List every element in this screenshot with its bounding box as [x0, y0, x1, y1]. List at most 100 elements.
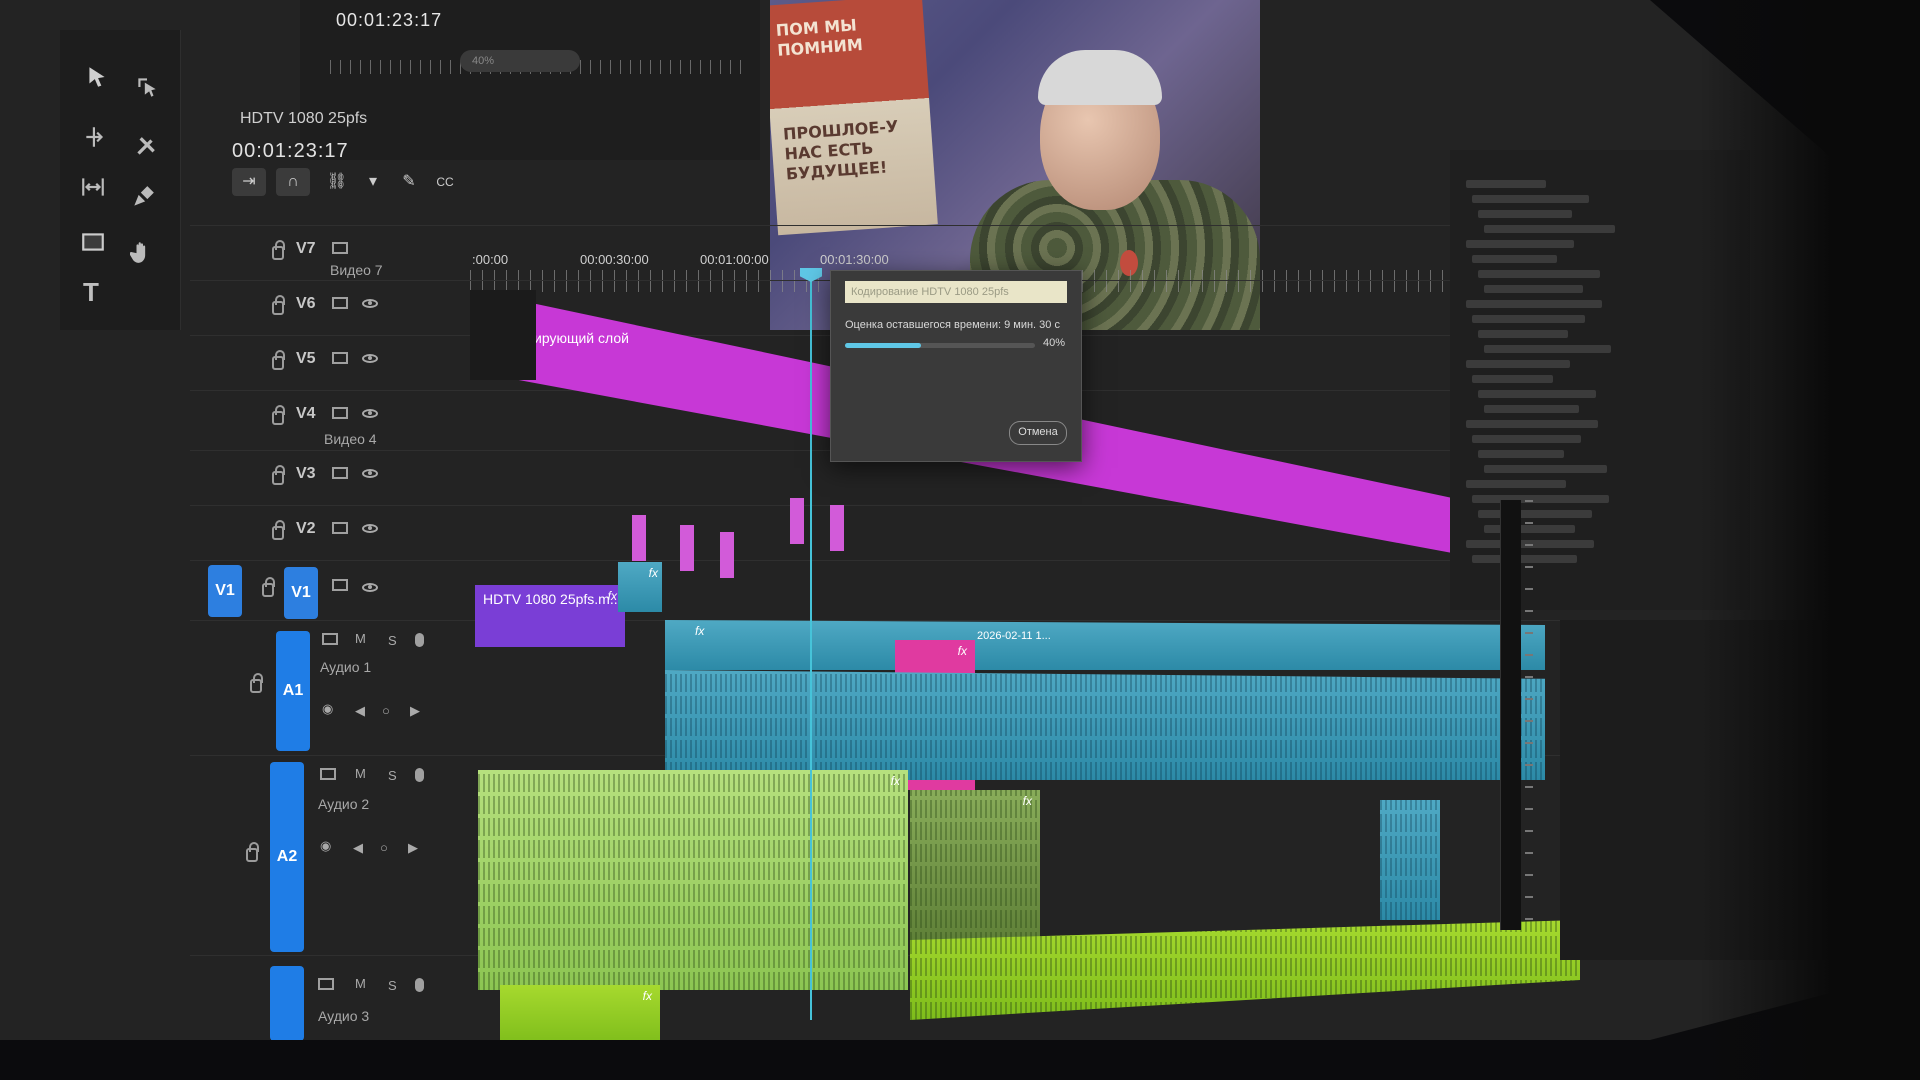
eye-icon[interactable]: [362, 409, 378, 418]
toggle-sync-icon[interactable]: [332, 297, 348, 309]
a1-audio-clip[interactable]: [665, 670, 1545, 780]
toggle-sync-icon[interactable]: [332, 242, 348, 254]
track-target-a2[interactable]: A2: [270, 762, 304, 952]
lock-icon[interactable]: [272, 465, 285, 485]
rectangle-tool-icon[interactable]: [76, 225, 110, 259]
prev-keyframe-icon[interactable]: ◀: [353, 840, 363, 856]
lock-icon[interactable]: [262, 577, 275, 597]
project-tree-row[interactable]: [1478, 210, 1572, 218]
project-tree-row[interactable]: [1466, 240, 1574, 248]
track-target-a1[interactable]: A1: [276, 631, 310, 751]
lock-icon[interactable]: [272, 350, 285, 370]
project-tree-row[interactable]: [1466, 480, 1566, 488]
solo-button[interactable]: S: [388, 633, 397, 648]
project-tree-row[interactable]: [1472, 495, 1609, 503]
adjustment-clip-small[interactable]: [830, 505, 844, 551]
mic-icon[interactable]: [415, 633, 424, 647]
track-target-v1[interactable]: V1: [284, 567, 318, 619]
lock-icon[interactable]: [246, 842, 259, 862]
slip-tool-icon[interactable]: [76, 170, 110, 204]
eye-icon[interactable]: [362, 583, 378, 592]
mute-button[interactable]: M: [355, 631, 366, 646]
zoom-select[interactable]: 40%: [460, 50, 580, 72]
add-keyframe-icon[interactable]: ○: [380, 840, 388, 855]
razor-tool-icon[interactable]: [128, 130, 162, 164]
toggle-sync-icon[interactable]: [322, 633, 338, 645]
project-tree-row[interactable]: [1466, 180, 1546, 188]
toggle-sync-icon[interactable]: [320, 768, 336, 780]
nest-toggle-icon[interactable]: ⇥: [232, 168, 266, 196]
project-tree-row[interactable]: [1466, 420, 1598, 428]
project-tree-row[interactable]: [1472, 315, 1585, 323]
adjustment-clip-small[interactable]: [680, 525, 694, 571]
keyframe-icon[interactable]: ◉: [322, 701, 333, 717]
project-tree-row[interactable]: [1472, 255, 1557, 263]
sequence-timecode[interactable]: 00:01:23:17: [232, 140, 349, 163]
track-target-a3[interactable]: [270, 966, 304, 1040]
project-tree-row[interactable]: [1472, 195, 1589, 203]
project-tree-row[interactable]: [1478, 330, 1568, 338]
lock-icon[interactable]: [272, 405, 285, 425]
project-tree-row[interactable]: [1472, 435, 1581, 443]
project-tree-row[interactable]: [1484, 405, 1579, 413]
project-tree-row[interactable]: [1484, 285, 1583, 293]
mute-button[interactable]: M: [355, 766, 366, 781]
eye-icon[interactable]: [362, 299, 378, 308]
cancel-button[interactable]: Отмена: [1009, 421, 1067, 445]
project-tree-row[interactable]: [1484, 465, 1607, 473]
snap-magnet-icon[interactable]: ∩: [276, 168, 310, 196]
toggle-sync-icon[interactable]: [332, 579, 348, 591]
mic-icon[interactable]: [415, 978, 424, 992]
selection-tool-icon[interactable]: [80, 60, 114, 94]
adjustment-clip-small[interactable]: [632, 515, 646, 561]
toggle-sync-icon[interactable]: [332, 407, 348, 419]
add-keyframe-icon[interactable]: ○: [382, 703, 390, 718]
hand-tool-icon[interactable]: [126, 235, 160, 269]
a2-blue-clip[interactable]: [1380, 800, 1440, 920]
toggle-sync-icon[interactable]: [332, 467, 348, 479]
solo-button[interactable]: S: [388, 768, 397, 783]
lock-icon[interactable]: [272, 295, 285, 315]
prev-keyframe-icon[interactable]: ◀: [355, 703, 365, 719]
next-keyframe-icon[interactable]: ▶: [410, 703, 420, 719]
toggle-sync-icon[interactable]: [318, 978, 334, 990]
project-tree-row[interactable]: [1478, 270, 1600, 278]
adjustment-clip-small[interactable]: [790, 498, 804, 544]
track-select-tool-icon[interactable]: [130, 70, 164, 104]
project-tree-row[interactable]: [1472, 375, 1553, 383]
mute-button[interactable]: M: [355, 976, 366, 991]
type-tool-icon[interactable]: T: [74, 275, 108, 309]
source-patch-v1[interactable]: V1: [208, 565, 242, 617]
ripple-edit-tool-icon[interactable]: [78, 120, 112, 154]
toggle-sync-icon[interactable]: [332, 522, 348, 534]
next-keyframe-icon[interactable]: ▶: [408, 840, 418, 856]
add-marker-icon[interactable]: ▾: [356, 168, 390, 196]
lock-icon[interactable]: [272, 520, 285, 540]
toggle-sync-icon[interactable]: [332, 352, 348, 364]
project-tree-row[interactable]: [1484, 345, 1611, 353]
project-tree-row[interactable]: [1478, 390, 1596, 398]
lock-icon[interactable]: [250, 673, 263, 693]
a2-audio-clip-dark[interactable]: fx: [910, 790, 1040, 950]
sequence-tab[interactable]: HDTV 1080 25pfs: [240, 110, 367, 128]
eye-icon[interactable]: [362, 469, 378, 478]
pen-tool-icon[interactable]: [126, 180, 160, 214]
lock-icon[interactable]: [272, 240, 285, 260]
a2-audio-clip[interactable]: fx: [478, 770, 908, 990]
project-tree-row[interactable]: [1466, 360, 1570, 368]
a3-audio-clip-small[interactable]: fx: [500, 985, 660, 1040]
eye-icon[interactable]: [362, 524, 378, 533]
keyframe-icon[interactable]: ◉: [320, 838, 331, 854]
eye-icon[interactable]: [362, 354, 378, 363]
settings-wrench-icon[interactable]: ✎: [392, 168, 426, 196]
project-tree-row[interactable]: [1478, 510, 1592, 518]
captions-icon[interactable]: CC: [428, 168, 462, 196]
project-tree-row[interactable]: [1478, 450, 1564, 458]
adjustment-clip-small[interactable]: [720, 532, 734, 578]
v1-clip[interactable]: HDTV 1080 25pfs.m... fx: [475, 585, 625, 647]
v1-small-clip[interactable]: fx: [618, 562, 662, 612]
mic-icon[interactable]: [415, 768, 424, 782]
solo-button[interactable]: S: [388, 978, 397, 993]
linked-selection-icon[interactable]: ⛓: [320, 168, 354, 196]
v1-clip-sequence[interactable]: fx 2026-02-11 1...: [665, 620, 1545, 670]
